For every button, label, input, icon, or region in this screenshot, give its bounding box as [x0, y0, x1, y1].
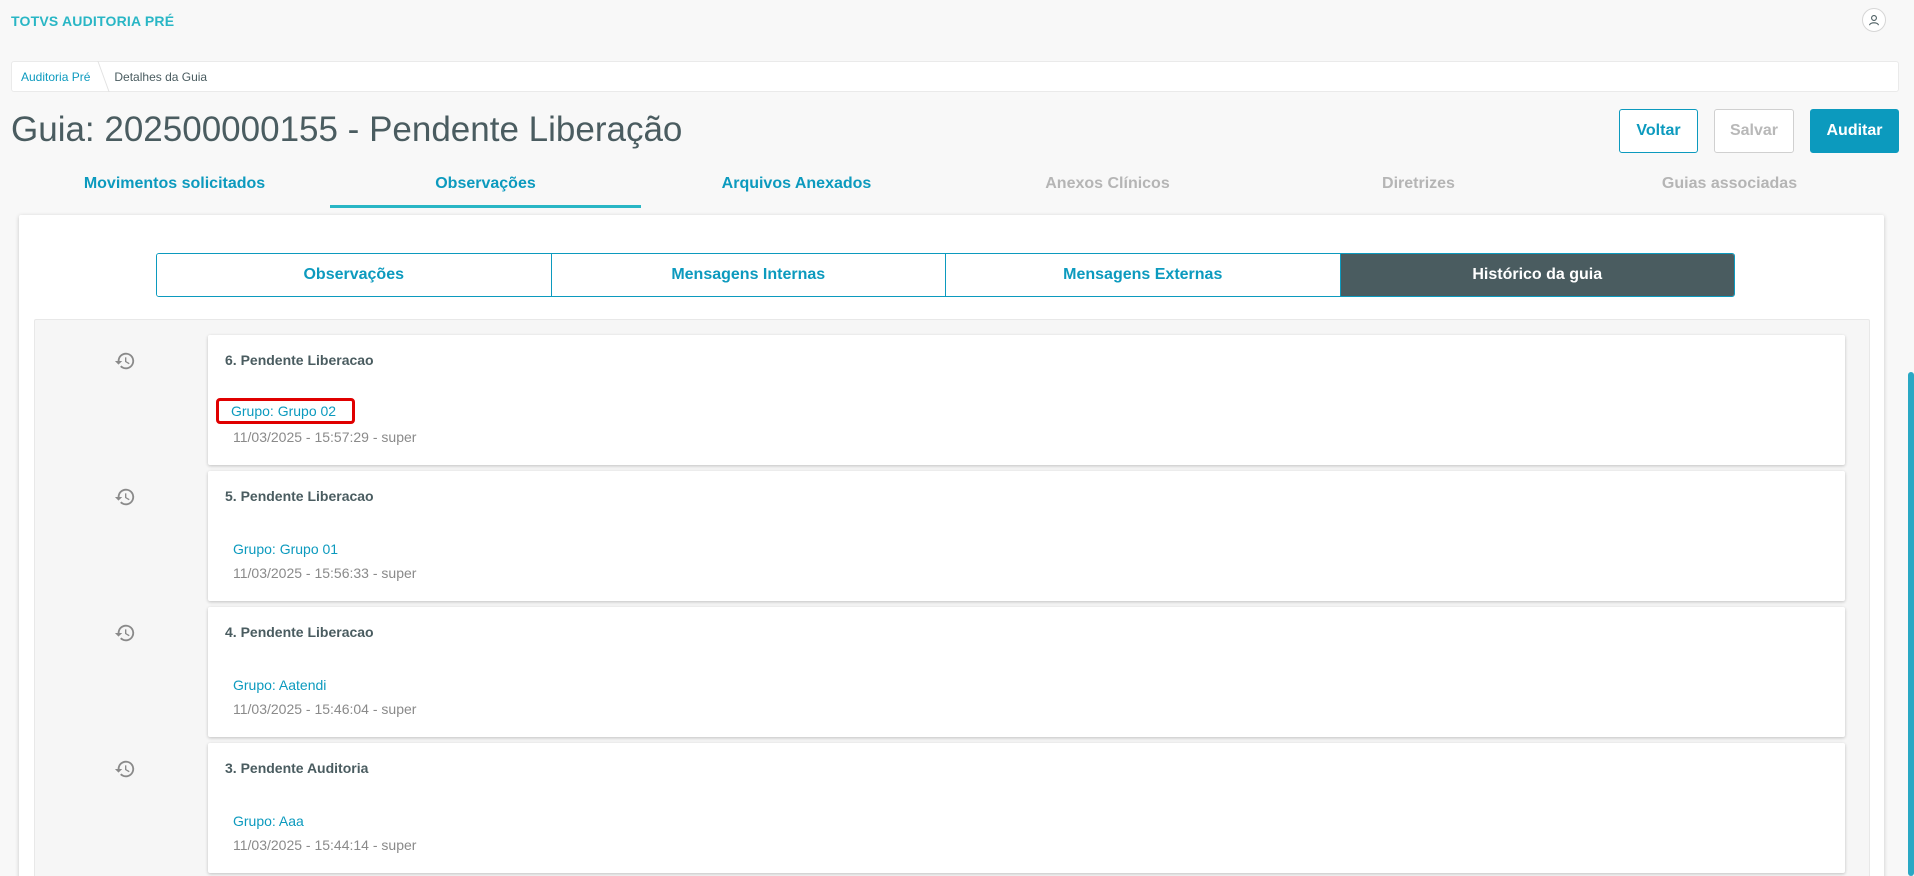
- breadcrumb-link-auditoria[interactable]: Auditoria Pré: [21, 70, 90, 84]
- history-icon: [114, 350, 136, 372]
- tab-guias-associadas[interactable]: Guias associadas: [1574, 168, 1885, 208]
- breadcrumb-current: Detalhes da Guia: [114, 69, 208, 84]
- history-entry-title: 3. Pendente Auditoria: [225, 760, 369, 776]
- history-entry-title: 4. Pendente Liberacao: [225, 624, 374, 640]
- history-entry-meta: 11/03/2025 - 15:57:29 - super: [233, 429, 417, 445]
- top-bar: TOTVS AUDITORIA PRÉ: [0, 0, 1914, 42]
- segment-historico-guia[interactable]: Histórico da guia: [1340, 254, 1734, 296]
- history-entry: 3. Pendente Auditoria Grupo: Aaa 11/03/2…: [208, 743, 1845, 873]
- history-entry: 6. Pendente Liberacao Grupo: Grupo 02 11…: [208, 335, 1845, 465]
- history-icon: [114, 486, 136, 508]
- breadcrumb-separator: [90, 61, 111, 92]
- history-entry-group: Grupo: Aatendi: [233, 677, 327, 693]
- history-entry-meta: 11/03/2025 - 15:44:14 - super: [233, 837, 417, 853]
- breadcrumb: Auditoria Pré Detalhes da Guia: [11, 61, 1899, 92]
- voltar-button[interactable]: Voltar: [1619, 109, 1698, 153]
- history-entry: 5. Pendente Liberacao Grupo: Grupo 01 11…: [208, 471, 1845, 601]
- page-scrollbar[interactable]: [1908, 372, 1914, 876]
- salvar-button[interactable]: Salvar: [1714, 109, 1794, 153]
- segment-mensagens-externas[interactable]: Mensagens Externas: [946, 254, 1341, 296]
- history-icon: [114, 622, 136, 644]
- page-title: Guia: 202500000155 - Pendente Liberação: [11, 110, 683, 149]
- tab-arquivos-anexados[interactable]: Arquivos Anexados: [641, 168, 952, 208]
- tab-anexos-clinicos[interactable]: Anexos Clínicos: [952, 168, 1263, 208]
- tab-observacoes[interactable]: Observações: [330, 168, 641, 208]
- tab-diretrizes[interactable]: Diretrizes: [1263, 168, 1574, 208]
- history-entry-title: 5. Pendente Liberacao: [225, 488, 374, 504]
- segment-mensagens-internas[interactable]: Mensagens Internas: [551, 254, 946, 296]
- history-entry-title: 6. Pendente Liberacao: [225, 352, 374, 368]
- history-entry-group: Grupo: Grupo 02: [215, 398, 356, 424]
- tab-movimentos[interactable]: Movimentos solicitados: [19, 168, 330, 208]
- auditar-button[interactable]: Auditar: [1810, 109, 1899, 153]
- main-tabs: Movimentos solicitados Observações Arqui…: [19, 168, 1885, 208]
- history-entry-group: Grupo: Grupo 01: [233, 541, 339, 557]
- history-icon: [114, 758, 136, 780]
- segment-observacoes[interactable]: Observações: [157, 254, 552, 296]
- history-entry-meta: 11/03/2025 - 15:46:04 - super: [233, 701, 417, 717]
- history-entry-group: Grupo: Aaa: [233, 813, 304, 829]
- history-entry-meta: 11/03/2025 - 15:56:33 - super: [233, 565, 417, 581]
- user-icon[interactable]: [1862, 8, 1886, 32]
- observacoes-segmented-control: Observações Mensagens Internas Mensagens…: [156, 253, 1735, 297]
- app-title: TOTVS AUDITORIA PRÉ: [11, 13, 175, 29]
- history-entry: 4. Pendente Liberacao Grupo: Aatendi 11/…: [208, 607, 1845, 737]
